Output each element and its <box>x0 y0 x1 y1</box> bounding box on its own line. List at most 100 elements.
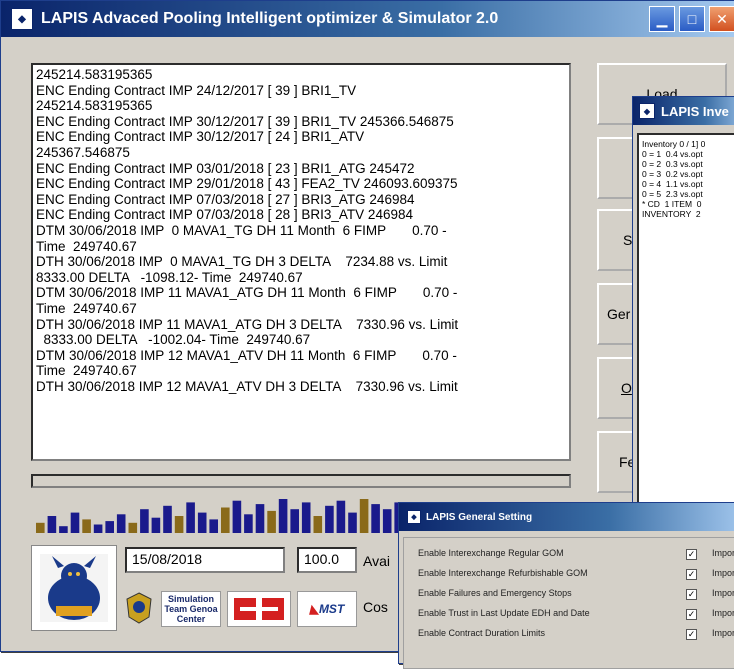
inventory-line: 0 = 5 2.3 vs.opt <box>642 189 703 199</box>
side-button-label: S <box>623 232 633 248</box>
activity-bar <box>105 521 114 533</box>
log-line: 245214.583195365 <box>36 67 153 82</box>
activity-bar <box>128 522 138 533</box>
inventory-line: * CD 1 ITEM 0 <box>642 199 702 209</box>
log-line: ENC Ending Contract IMP 07/03/2018 [ 27 … <box>36 191 415 207</box>
setting-label: Enable Failures and Emergency Stops <box>418 588 572 598</box>
lapis-app-icon: ◆ <box>11 8 33 30</box>
log-line: ENC Ending Contract IMP 30/12/2017 [ 39 … <box>36 113 454 129</box>
activity-bar <box>255 504 265 533</box>
mst-logo: ◣ MST <box>297 591 357 627</box>
inventory-text-area[interactable]: Inventory 0 / 1] 00 = 1 0.4 vs.opt 0 = 2 … <box>637 133 734 513</box>
maximize-button[interactable]: □ <box>679 6 705 32</box>
activity-bar <box>116 514 126 533</box>
log-line: DTH 30/06/2018 IMP 0 MAVA1_TG DH 3 DELTA… <box>36 254 448 270</box>
activity-bar <box>278 499 288 533</box>
setting-label: Enable Interexchange Regular GOM <box>418 548 564 558</box>
activity-bar <box>140 509 149 533</box>
activity-bar <box>70 512 80 533</box>
badge-icon <box>125 591 153 625</box>
main-title-bar[interactable]: ◆ LAPIS Advaced Pooling Intelligent opti… <box>1 1 734 37</box>
activity-bar <box>359 499 369 533</box>
inventory-title-bar[interactable]: ◆ LAPIS Inve <box>633 97 734 125</box>
log-line: DTH 30/06/2018 IMP 12 MAVA1_ATV DH 3 DEL… <box>36 378 458 394</box>
progress-bar <box>31 474 571 488</box>
side-button-label: Ger <box>607 306 631 322</box>
setting-checkbox[interactable]: ✓ <box>686 609 697 620</box>
simulation-team-logo: Simulation Team Genoa Center <box>161 591 221 627</box>
activity-bar <box>82 519 91 533</box>
log-line: DTH 30/06/2018 IMP 11 MAVA1_ATG DH 3 DEL… <box>36 316 459 332</box>
inventory-line: Inventory 0 / 1] 0 <box>642 139 706 149</box>
simulation-team-logo-text: Simulation Team Genoa Center <box>164 594 218 624</box>
import-label: Import <box>712 628 734 638</box>
inventory-line: INVENTORY 2 <box>642 209 701 219</box>
date-value: 15/08/2018 <box>132 551 203 567</box>
log-line: 245367.546875 <box>36 144 130 160</box>
activity-bar <box>290 509 299 533</box>
activity-bar <box>93 524 103 533</box>
log-line: 8333.00 DELTA -1002.04- Time 249740.67 <box>36 332 311 348</box>
log-line: ENC Ending Contract IMP 24/12/2017 [ 39 … <box>36 82 357 98</box>
activity-bar <box>313 516 323 533</box>
setting-label: Enable Interexchange Refurbishable GOM <box>418 568 588 578</box>
number-value: 100.0 <box>304 551 340 567</box>
activity-bar <box>221 507 230 533</box>
log-line: ENC Ending Contract IMP 07/03/2018 [ 28 … <box>36 207 413 223</box>
activity-bar <box>348 512 357 533</box>
inventory-line: 0 = 1 0.4 vs.opt <box>642 149 703 159</box>
settings-window-title: LAPIS General Setting <box>426 511 533 523</box>
log-line: 245214.583195365 <box>36 98 153 114</box>
activity-bar <box>371 504 380 533</box>
red-pattern-logo <box>227 591 291 627</box>
activity-bar <box>209 519 218 533</box>
activity-bar <box>301 502 311 533</box>
activity-bar <box>244 514 253 533</box>
import-label: Import <box>712 608 734 618</box>
log-line: DTM 30/06/2018 IMP 12 MAVA1_ATV DH 11 Mo… <box>36 347 457 363</box>
setting-checkbox[interactable]: ✓ <box>686 569 697 580</box>
minimize-button[interactable]: ▁ <box>649 6 675 32</box>
side-button-label: O <box>621 380 632 396</box>
inventory-window-title: LAPIS Inve <box>661 103 729 119</box>
number-field[interactable]: 100.0 <box>297 547 357 573</box>
activity-bar <box>382 509 392 533</box>
log-line: ENC Ending Contract IMP 03/01/2018 [ 23 … <box>36 160 415 176</box>
import-label: Import <box>712 588 734 598</box>
lapis-app-icon: ◆ <box>639 103 655 119</box>
settings-panel: Enable Interexchange Regular GOM ✓ Import E… <box>403 537 734 669</box>
import-label: Import <box>712 568 734 578</box>
activity-bar <box>186 502 195 533</box>
close-button[interactable]: ✕ <box>709 6 734 32</box>
activity-bar <box>59 526 68 533</box>
activity-bar <box>47 516 57 533</box>
settings-window: ◆ LAPIS General Setting Enable Interexch… <box>398 502 734 669</box>
activity-bar <box>336 500 346 533</box>
inventory-line: 0 = 4 1.1 vs.opt <box>642 179 703 189</box>
cost-label: Cos <box>363 599 388 615</box>
setting-checkbox[interactable]: ✓ <box>686 629 697 640</box>
inventory-line: 0 = 3 0.2 vs.opt <box>642 169 703 179</box>
main-window-title: LAPIS Advaced Pooling Intelligent optimi… <box>41 10 499 27</box>
setting-label: Enable Contract Duration Limits <box>418 628 546 638</box>
date-field[interactable]: 15/08/2018 <box>125 547 285 573</box>
avail-label: Avai <box>363 553 390 569</box>
log-line: Time 249740.67 <box>36 363 137 379</box>
setting-checkbox[interactable]: ✓ <box>686 589 697 600</box>
log-line: DTM 30/06/2018 IMP 11 MAVA1_ATG DH 11 Mo… <box>36 285 458 301</box>
log-line: ENC Ending Contract IMP 30/12/2017 [ 24 … <box>36 129 365 145</box>
log-line: Time 249740.67 <box>36 300 137 316</box>
setting-checkbox[interactable]: ✓ <box>686 549 697 560</box>
settings-title-bar[interactable]: ◆ LAPIS General Setting <box>399 503 734 531</box>
activity-bar <box>151 517 161 533</box>
log-line: Time 249740.67 <box>36 238 137 254</box>
activity-bar <box>267 510 276 533</box>
setting-label: Enable Trust in Last Update EDH and Date <box>418 608 590 618</box>
inventory-window: ◆ LAPIS Inve Inventory 0 / 1] 00 = 1 0.4… <box>632 96 734 518</box>
import-label: Import <box>712 548 734 558</box>
simulation-log[interactable]: 245214.583195365 ENC Ending Contract IMP … <box>31 63 571 461</box>
lapis-app-icon: ◆ <box>407 510 421 524</box>
inventory-line: 0 = 2 0.3 vs.opt <box>642 159 703 169</box>
lapis-mascot-logo <box>31 545 117 631</box>
activity-bar <box>174 516 184 533</box>
